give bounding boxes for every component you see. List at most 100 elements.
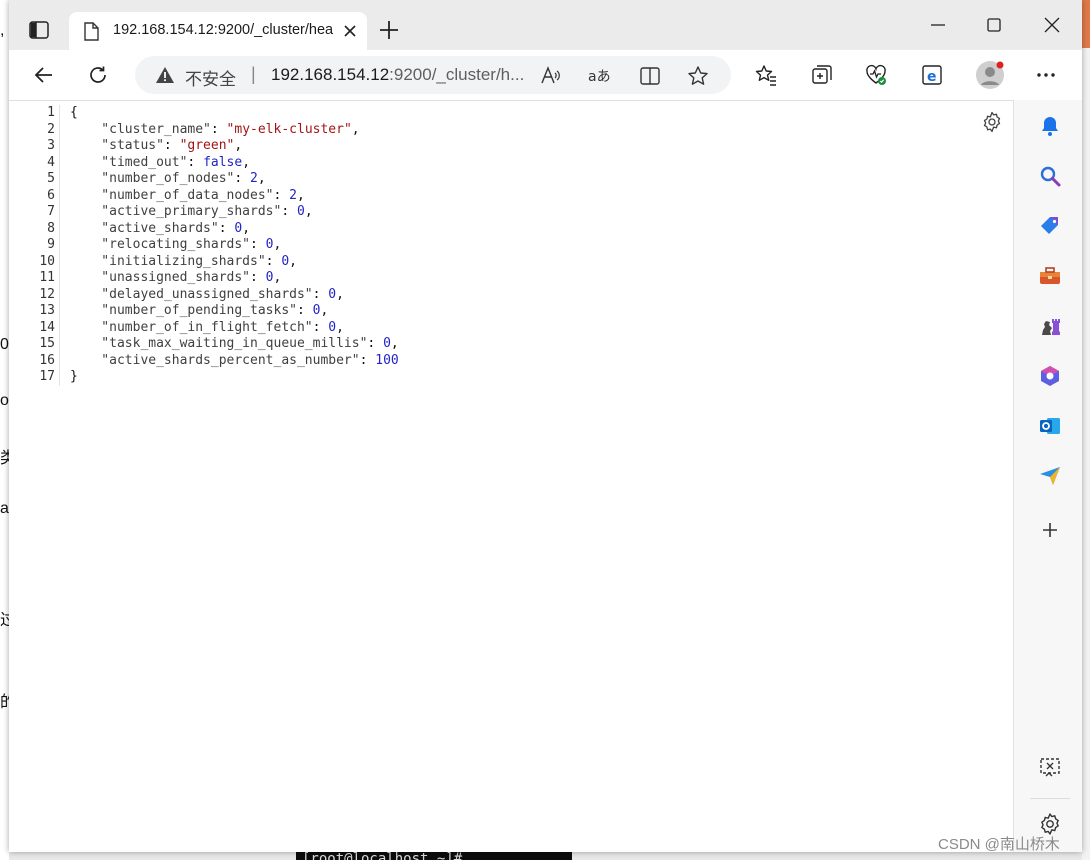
code-line: "delayed_unassigned_shards": 0, xyxy=(70,287,399,304)
favorite-star-icon[interactable] xyxy=(687,65,709,87)
json-punctuation: : xyxy=(312,286,329,302)
url-host: 192.168.154.12 xyxy=(271,65,390,84)
bg-text-fragment: , xyxy=(0,22,5,39)
json-punctuation: , xyxy=(296,187,305,203)
json-punctuation: : xyxy=(312,319,329,335)
json-punctuation: , xyxy=(242,220,251,236)
maximize-button[interactable] xyxy=(983,14,1005,36)
code-line: "initializing_shards": 0, xyxy=(70,254,399,271)
tab-active[interactable]: 192.168.154.12:9200/_cluster/hea xyxy=(69,12,367,50)
close-tab-icon[interactable] xyxy=(341,22,359,40)
json-punctuation: : xyxy=(234,171,251,186)
code-line: "number_of_in_flight_fetch": 0, xyxy=(70,320,399,337)
address-bar[interactable]: 不安全 | 192.168.154.12:9200/_cluster/h... … xyxy=(135,56,731,94)
add-icon[interactable] xyxy=(1038,518,1062,542)
json-value: 0 xyxy=(265,270,274,285)
line-number: 12 xyxy=(39,286,55,302)
json-value: 0 xyxy=(328,319,337,335)
page-icon xyxy=(83,22,99,46)
json-punctuation: : xyxy=(187,154,204,170)
screenshot-icon[interactable] xyxy=(1038,756,1062,780)
line-number: 11 xyxy=(39,270,55,285)
json-punctuation: : xyxy=(250,237,266,252)
json-punctuation: } xyxy=(70,369,78,384)
json-punctuation: : xyxy=(163,138,180,153)
json-punctuation: , xyxy=(336,319,344,335)
office-icon[interactable] xyxy=(1038,364,1062,388)
json-value: 2 xyxy=(289,187,297,203)
json-punctuation: : xyxy=(367,336,384,351)
read-aloud-icon[interactable] xyxy=(539,65,561,87)
browser-essentials-icon[interactable] xyxy=(863,62,889,88)
code-line: "number_of_nodes": 2, xyxy=(70,171,399,188)
viewer-settings-icon[interactable] xyxy=(981,111,1003,133)
search-icon[interactable] xyxy=(1038,164,1062,188)
games-icon[interactable] xyxy=(1038,314,1062,338)
close-window-button[interactable] xyxy=(1041,14,1063,36)
json-punctuation: : xyxy=(359,352,376,368)
json-key: "number_of_nodes" xyxy=(70,171,235,186)
bg-text-fragment: 的 xyxy=(0,694,9,711)
background-desktop-right xyxy=(1082,0,1090,860)
json-value: 0 xyxy=(296,204,305,219)
json-punctuation: , xyxy=(336,286,344,302)
vertical-tabs-icon[interactable] xyxy=(23,14,55,46)
json-key: "status" xyxy=(70,138,164,153)
json-value: 0 xyxy=(281,253,290,269)
shopping-tag-icon[interactable] xyxy=(1038,214,1062,238)
bg-text-fragment: o: xyxy=(0,392,9,409)
json-punctuation: , xyxy=(242,154,251,170)
ie-mode-icon[interactable]: e xyxy=(919,62,945,88)
line-number: 2 xyxy=(47,121,55,137)
line-number: 10 xyxy=(39,253,55,269)
json-value: 0 xyxy=(328,286,337,302)
json-key: "delayed_unassigned_shards" xyxy=(70,286,313,302)
line-number: 1 xyxy=(47,105,55,120)
title-bar: 192.168.154.12:9200/_cluster/hea xyxy=(9,0,1082,50)
back-button[interactable] xyxy=(31,62,57,88)
more-options-icon[interactable] xyxy=(1033,62,1059,88)
json-value: 0 xyxy=(383,336,391,351)
favorites-icon[interactable] xyxy=(753,62,779,88)
warning-icon[interactable] xyxy=(155,66,175,89)
watermark: CSDN @南山桥木 xyxy=(938,836,1060,853)
json-key: "initializing_shards" xyxy=(70,253,266,269)
svg-text:e: e xyxy=(927,69,937,85)
navigation-toolbar: 不安全 | 192.168.154.12:9200/_cluster/h... … xyxy=(9,50,1082,101)
json-key: "active_primary_shards" xyxy=(70,204,282,219)
outlook-icon[interactable] xyxy=(1038,414,1062,438)
split-screen-icon[interactable] xyxy=(639,65,661,87)
line-number: 16 xyxy=(39,352,55,368)
send-icon[interactable] xyxy=(1038,464,1062,488)
json-punctuation: , xyxy=(273,237,282,252)
json-key: "task_max_waiting_in_queue_millis" xyxy=(70,336,368,351)
url-text[interactable]: 192.168.154.12:9200/_cluster/h... xyxy=(271,65,529,85)
translate-icon[interactable]: aあ xyxy=(587,65,611,87)
line-number: 6 xyxy=(47,187,55,203)
minimize-button[interactable] xyxy=(927,14,949,36)
line-number: 3 xyxy=(47,138,55,153)
json-punctuation: , xyxy=(257,171,266,186)
tab-title: 192.168.154.12:9200/_cluster/hea xyxy=(113,22,334,38)
json-key: "number_of_pending_tasks" xyxy=(70,303,297,318)
new-tab-button[interactable] xyxy=(377,18,401,42)
line-number: 7 xyxy=(47,204,55,219)
json-punctuation: , xyxy=(320,303,329,318)
json-key: "number_of_in_flight_fetch" xyxy=(70,319,313,335)
json-punctuation: { xyxy=(70,105,78,120)
json-value: 2 xyxy=(250,171,258,186)
refresh-button[interactable] xyxy=(85,62,111,88)
json-punctuation: , xyxy=(234,138,243,153)
edge-sidebar xyxy=(1013,100,1082,852)
profile-avatar[interactable] xyxy=(975,60,1005,90)
collections-icon[interactable] xyxy=(809,62,835,88)
toolbox-icon[interactable] xyxy=(1038,264,1062,288)
json-punctuation: , xyxy=(273,270,282,285)
json-punctuation: : xyxy=(281,204,297,219)
json-key: "cluster_name" xyxy=(70,121,211,137)
code-line: "active_shards_percent_as_number": 100 xyxy=(70,352,398,370)
security-label[interactable]: 不安全 xyxy=(185,65,236,90)
json-code[interactable]: { "cluster_name": "my-elk-cluster", "sta… xyxy=(70,105,399,386)
json-punctuation: : xyxy=(210,121,227,137)
bell-icon[interactable] xyxy=(1038,114,1062,138)
